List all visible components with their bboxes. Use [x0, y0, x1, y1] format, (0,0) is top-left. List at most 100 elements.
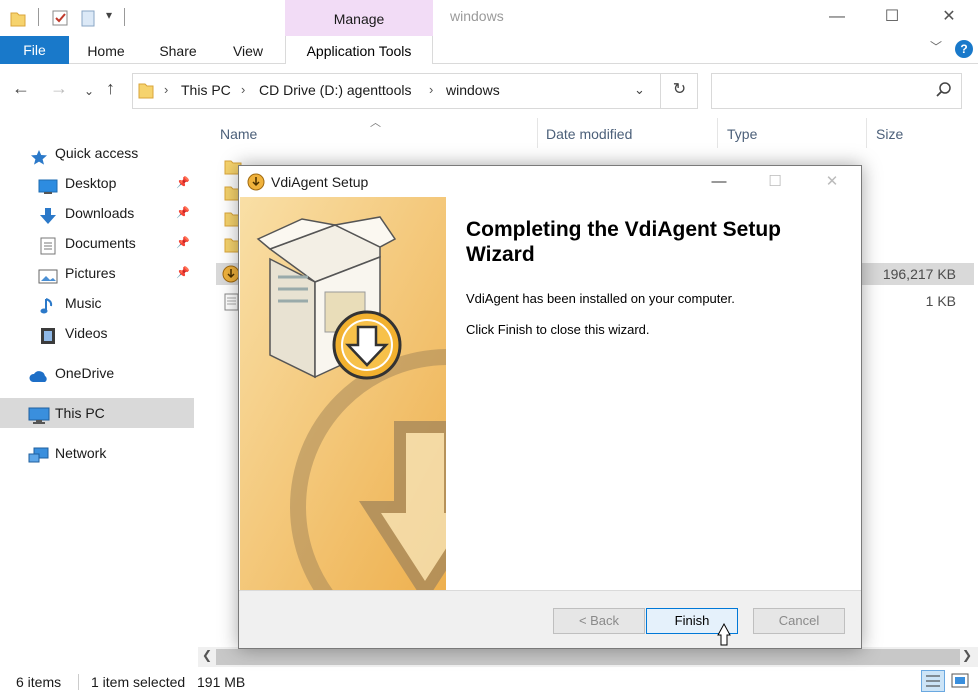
column-header-size[interactable]: Size — [876, 126, 903, 142]
search-icon[interactable] — [936, 82, 952, 101]
sidebar-item-videos[interactable]: Videos — [0, 318, 194, 348]
music-icon — [40, 295, 58, 314]
breadcrumb-chevron-icon[interactable]: › — [429, 82, 433, 97]
sort-ascending-icon: ︿ — [370, 117, 381, 129]
refresh-icon[interactable]: ↻ — [660, 73, 698, 109]
maximize-button[interactable]: ☐ — [869, 2, 915, 32]
status-bar: 6 items 1 item selected 191 MB — [0, 668, 978, 695]
mouse-cursor-icon — [716, 622, 732, 649]
ribbon — [0, 36, 978, 64]
chevron-down-icon[interactable]: ﹀ — [930, 38, 942, 55]
customize-toolbar-icon[interactable]: ▾ — [106, 8, 112, 22]
sidebar-item-label: OneDrive — [55, 365, 115, 381]
back-arrow-icon[interactable]: ← — [12, 78, 30, 99]
breadcrumb-cd-drive[interactable]: CD Drive (D:) agenttools — [259, 82, 412, 98]
sidebar-item-pictures[interactable]: Pictures 📌 — [0, 258, 194, 288]
wizard-footer: < Back Finish Cancel — [239, 590, 861, 648]
close-button[interactable]: ✕ — [926, 2, 972, 32]
tab-manage[interactable]: Manage — [285, 0, 433, 36]
new-folder-icon[interactable] — [80, 9, 96, 27]
document-icon — [40, 235, 58, 255]
up-arrow-icon[interactable]: ↑ — [106, 78, 115, 99]
pin-icon[interactable]: 📌 — [176, 168, 190, 198]
setup-dialog: VdiAgent Setup — ☐ ✕ Completing the VdiA… — [238, 165, 862, 649]
sidebar-item-label: Network — [55, 445, 107, 461]
computer-icon — [28, 405, 50, 424]
pin-icon[interactable]: 📌 — [176, 198, 190, 228]
column-divider[interactable] — [717, 118, 718, 148]
item-count: 6 items — [16, 674, 62, 690]
address-dropdown-icon[interactable]: ⌄ — [634, 82, 645, 98]
scrollbar-thumb[interactable] — [216, 649, 960, 665]
column-divider[interactable] — [537, 118, 538, 148]
sidebar-item-downloads[interactable]: Downloads 📌 — [0, 198, 194, 228]
selection-size: 191 MB — [197, 674, 246, 690]
wizard-heading: Completing the VdiAgent Setup Wizard — [466, 218, 781, 266]
breadcrumb-this-pc[interactable]: This PC — [181, 82, 231, 98]
sidebar-item-onedrive[interactable]: OneDrive — [0, 358, 194, 388]
installer-icon — [247, 173, 265, 194]
back-button: < Back — [553, 608, 645, 634]
sidebar-item-label: Videos — [65, 325, 108, 341]
column-divider[interactable] — [866, 118, 867, 148]
ribbon-divider — [0, 63, 978, 64]
search-input[interactable] — [711, 73, 962, 109]
download-icon — [38, 205, 56, 224]
desktop-icon — [38, 175, 58, 194]
folder-icon — [138, 81, 154, 102]
sidebar-item-this-pc[interactable]: This PC — [0, 398, 194, 428]
dialog-maximize-button: ☐ — [768, 173, 782, 190]
help-icon[interactable]: ? — [955, 40, 973, 58]
scroll-right-icon[interactable]: ❯ — [962, 648, 972, 662]
folder-icon[interactable] — [10, 9, 26, 27]
wizard-finish-hint: Click Finish to close this wizard. — [466, 322, 650, 337]
dialog-title-bar[interactable]: VdiAgent Setup — ☐ ✕ — [239, 166, 861, 197]
sidebar-item-label: Pictures — [65, 265, 116, 281]
column-header-type[interactable]: Type — [727, 126, 757, 142]
toolbar-divider — [124, 8, 125, 26]
recent-locations-icon[interactable]: ⌄ — [84, 84, 94, 98]
video-icon — [40, 325, 58, 344]
minimize-button[interactable]: — — [814, 2, 860, 32]
sidebar-item-label: Music — [65, 295, 102, 311]
pin-icon[interactable]: 📌 — [176, 258, 190, 288]
dialog-title: VdiAgent Setup — [271, 174, 369, 190]
file-size: 1 KB — [925, 293, 956, 309]
column-header-date-modified[interactable]: Date modified — [546, 126, 632, 142]
properties-icon[interactable] — [52, 9, 68, 27]
sidebar-item-label: Documents — [65, 235, 136, 251]
breadcrumb-chevron-icon[interactable]: › — [241, 82, 245, 97]
dialog-minimize-button[interactable]: — — [699, 170, 739, 194]
forward-arrow-icon[interactable]: → — [50, 78, 68, 99]
details-view-icon[interactable] — [921, 670, 945, 692]
sidebar-item-label: Desktop — [65, 175, 117, 191]
tab-application-tools[interactable]: Application Tools — [285, 36, 433, 64]
pin-icon[interactable]: 📌 — [176, 228, 190, 258]
sidebar-item-documents[interactable]: Documents 📌 — [0, 228, 194, 258]
large-icons-view-icon[interactable] — [950, 672, 970, 693]
tab-share[interactable]: Share — [152, 36, 204, 64]
breadcrumb-windows[interactable]: windows — [446, 82, 500, 98]
picture-icon — [38, 265, 58, 284]
tab-file[interactable]: File — [0, 36, 69, 64]
selection-count: 1 item selected — [91, 674, 186, 690]
dialog-close-button: ✕ — [825, 173, 839, 190]
tab-home[interactable]: Home — [80, 36, 132, 64]
column-header-name[interactable]: Name — [220, 126, 257, 142]
navigation-pane: Quick access Desktop 📌 Downloads 📌 Docum… — [0, 118, 196, 658]
file-size: 196,217 KB — [882, 266, 956, 282]
cloud-icon — [28, 365, 47, 382]
status-divider — [78, 674, 79, 690]
scroll-left-icon[interactable]: ❮ — [202, 648, 212, 662]
tab-view[interactable]: View — [222, 36, 274, 64]
toolbar-divider — [38, 8, 39, 26]
cancel-button: Cancel — [753, 608, 845, 634]
sidebar-item-quick-access[interactable]: Quick access — [0, 138, 194, 168]
network-icon — [28, 445, 49, 463]
sidebar-item-label: This PC — [55, 405, 105, 421]
breadcrumb-chevron-icon[interactable]: › — [164, 82, 168, 97]
sidebar-item-label: Quick access — [55, 145, 139, 161]
sidebar-item-desktop[interactable]: Desktop 📌 — [0, 168, 194, 198]
sidebar-item-music[interactable]: Music — [0, 288, 194, 318]
sidebar-item-network[interactable]: Network — [0, 438, 194, 468]
